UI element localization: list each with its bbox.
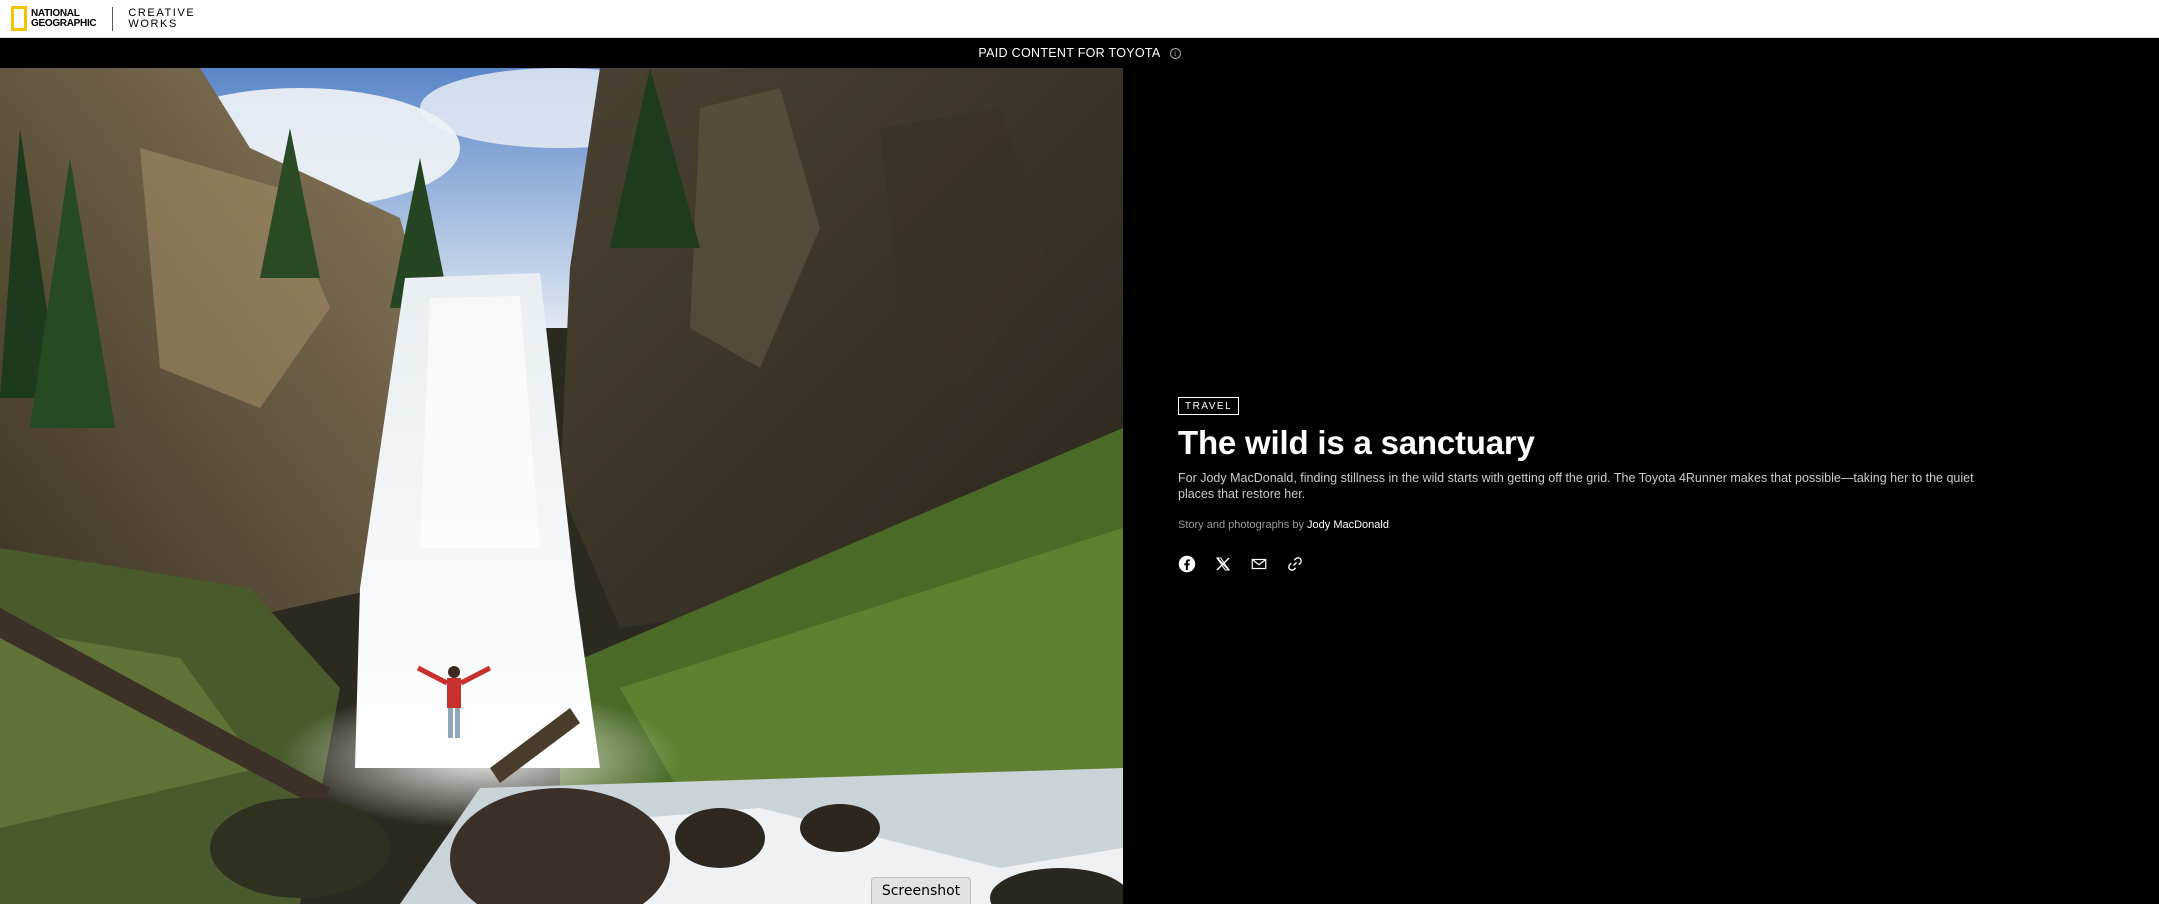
article-dek: For Jody MacDonald, finding stillness in… [1178,471,1974,501]
info-icon[interactable]: i [1169,47,1181,59]
sponsor-label: PAID CONTENT FOR TOYOTA [978,46,1161,60]
share-bar [1178,555,1978,573]
nat-geo-yellow-border-icon [11,6,27,31]
brand-wordmark: NATIONAL GEOGRAPHIC [31,7,97,29]
creative-works-wordmark: CREATIVE WORKS [128,6,196,30]
waterfall-scene [0,68,1123,904]
brand-line-1: NATIONAL [31,7,80,19]
sub-line-2: WORKS [128,17,178,30]
author-link[interactable]: Jody MacDonald [1307,519,1389,531]
site-logo[interactable]: NATIONAL GEOGRAPHIC CREATIVE WORKS [0,0,195,38]
x-icon[interactable] [1214,555,1232,573]
facebook-icon[interactable] [1178,555,1196,573]
article-header: TRAVEL The wild is a sanctuary For Jody … [1178,396,1978,573]
brand-line-2: GEOGRAPHIC [31,17,97,29]
email-icon[interactable] [1250,555,1268,573]
byline: Story and photographs by Jody MacDonald [1178,519,1978,531]
category-tag[interactable]: TRAVEL [1178,397,1240,415]
site-header: NATIONAL GEOGRAPHIC CREATIVE WORKS [0,0,2159,38]
sub-line-1: CREATIVE [128,6,196,19]
article-title: The wild is a sanctuary [1178,424,1535,461]
link-icon[interactable] [1286,555,1304,573]
screenshot-button[interactable]: Screenshot [871,877,971,904]
sponsor-bar: PAID CONTENT FOR TOYOTA i [0,38,2159,68]
logo-divider [112,6,114,31]
hero-image [0,68,1123,904]
byline-prefix: Story and photographs by [1178,519,1308,531]
